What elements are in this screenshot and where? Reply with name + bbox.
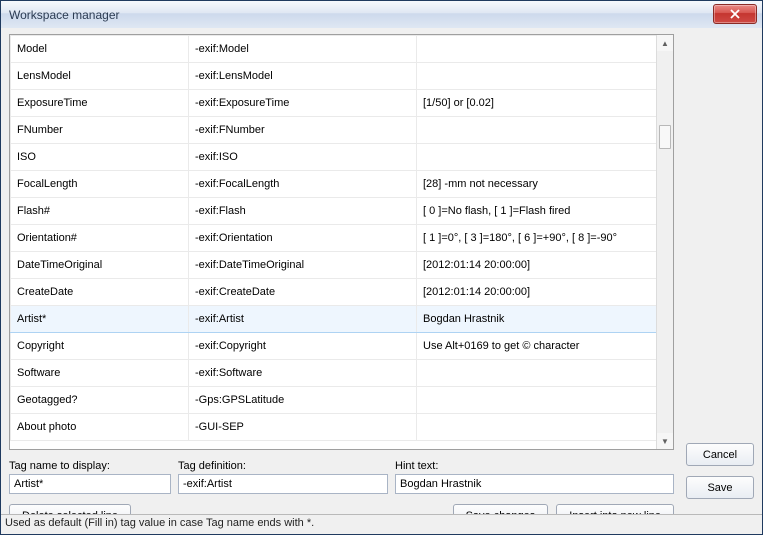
cell-def: -exif:FNumber xyxy=(189,117,417,144)
cell-name: Model xyxy=(11,36,189,63)
tag-table-viewport[interactable]: Model-exif:ModelLensModel-exif:LensModel… xyxy=(10,35,657,449)
cell-def: -exif:ISO xyxy=(189,144,417,171)
tag-name-label: Tag name to display: xyxy=(9,460,171,472)
close-icon xyxy=(730,9,740,19)
cell-hint: [1/50] or [0.02] xyxy=(417,90,657,117)
cell-name: Copyright xyxy=(11,333,189,360)
cell-def: -exif:Flash xyxy=(189,198,417,225)
cell-name: Geotagged? xyxy=(11,387,189,414)
cell-name: DateTimeOriginal xyxy=(11,252,189,279)
table-row[interactable]: FocalLength-exif:FocalLength[28] -mm not… xyxy=(11,171,657,198)
cell-hint xyxy=(417,36,657,63)
scroll-thumb[interactable] xyxy=(659,125,671,149)
cell-def: -exif:Orientation xyxy=(189,225,417,252)
cancel-button[interactable]: Cancel xyxy=(686,443,754,466)
cell-def: -exif:LensModel xyxy=(189,63,417,90)
cell-hint: [28] -mm not necessary xyxy=(417,171,657,198)
cell-hint xyxy=(417,387,657,414)
cell-hint: [2012:01:14 20:00:00] xyxy=(417,279,657,306)
close-button[interactable] xyxy=(713,4,757,24)
table-row[interactable]: ExposureTime-exif:ExposureTime[1/50] or … xyxy=(11,90,657,117)
cell-hint: Bogdan Hrastnik xyxy=(417,306,657,333)
status-bar: Used as default (Fill in) tag value in c… xyxy=(1,514,762,534)
cell-def: -exif:Copyright xyxy=(189,333,417,360)
cell-hint xyxy=(417,144,657,171)
cell-hint xyxy=(417,414,657,441)
cell-name: CreateDate xyxy=(11,279,189,306)
cell-name: FocalLength xyxy=(11,171,189,198)
table-row[interactable]: Geotagged?-Gps:GPSLatitude xyxy=(11,387,657,414)
cell-hint xyxy=(417,360,657,387)
table-row[interactable]: ISO-exif:ISO xyxy=(11,144,657,171)
save-button[interactable]: Save xyxy=(686,476,754,499)
cell-hint: [ 1 ]=0°, [ 3 ]=180°, [ 6 ]=+90°, [ 8 ]=… xyxy=(417,225,657,252)
cell-def: -exif:Artist xyxy=(189,306,417,333)
window: Workspace manager Model-exif:ModelLensMo… xyxy=(0,0,763,535)
cell-name: Artist* xyxy=(11,306,189,333)
client-area: Model-exif:ModelLensModel-exif:LensModel… xyxy=(1,28,762,514)
cell-def: -exif:ExposureTime xyxy=(189,90,417,117)
cell-hint: Use Alt+0169 to get © character xyxy=(417,333,657,360)
cell-hint: [ 0 ]=No flash, [ 1 ]=Flash fired xyxy=(417,198,657,225)
table-row[interactable]: Software-exif:Software xyxy=(11,360,657,387)
titlebar: Workspace manager xyxy=(1,1,762,29)
window-title: Workspace manager xyxy=(1,8,120,22)
table-row[interactable]: Artist*-exif:ArtistBogdan Hrastnik xyxy=(11,306,657,333)
tag-table: Model-exif:ModelLensModel-exif:LensModel… xyxy=(9,34,674,450)
table-row[interactable]: Copyright-exif:CopyrightUse Alt+0169 to … xyxy=(11,333,657,360)
cell-hint xyxy=(417,63,657,90)
table-row[interactable]: About photo-GUI-SEP xyxy=(11,414,657,441)
table-row[interactable]: LensModel-exif:LensModel xyxy=(11,63,657,90)
table-row[interactable]: Flash#-exif:Flash[ 0 ]=No flash, [ 1 ]=F… xyxy=(11,198,657,225)
cell-name: ISO xyxy=(11,144,189,171)
cell-hint: [2012:01:14 20:00:00] xyxy=(417,252,657,279)
tag-definition-label: Tag definition: xyxy=(178,460,388,472)
status-text: Used as default (Fill in) tag value in c… xyxy=(5,517,314,529)
cell-def: -GUI-SEP xyxy=(189,414,417,441)
hint-text-label: Hint text: xyxy=(395,460,674,472)
table-row[interactable]: CreateDate-exif:CreateDate[2012:01:14 20… xyxy=(11,279,657,306)
cell-def: -exif:CreateDate xyxy=(189,279,417,306)
cell-name: Orientation# xyxy=(11,225,189,252)
cell-name: FNumber xyxy=(11,117,189,144)
cell-def: -exif:Model xyxy=(189,36,417,63)
tag-name-input[interactable] xyxy=(9,474,171,494)
cell-def: -exif:Software xyxy=(189,360,417,387)
table-row[interactable]: DateTimeOriginal-exif:DateTimeOriginal[2… xyxy=(11,252,657,279)
cell-name: LensModel xyxy=(11,63,189,90)
cell-def: -exif:DateTimeOriginal xyxy=(189,252,417,279)
cell-hint xyxy=(417,117,657,144)
vertical-scrollbar[interactable]: ▲ ▼ xyxy=(656,35,673,449)
scroll-up-arrow[interactable]: ▲ xyxy=(657,35,673,51)
table-row[interactable]: FNumber-exif:FNumber xyxy=(11,117,657,144)
cell-name: Flash# xyxy=(11,198,189,225)
table-row[interactable]: Orientation#-exif:Orientation[ 1 ]=0°, [… xyxy=(11,225,657,252)
scroll-down-arrow[interactable]: ▼ xyxy=(657,433,673,449)
cell-def: -exif:FocalLength xyxy=(189,171,417,198)
tag-definition-input[interactable] xyxy=(178,474,388,494)
table-row[interactable]: Model-exif:Model xyxy=(11,36,657,63)
cell-name: About photo xyxy=(11,414,189,441)
cell-name: Software xyxy=(11,360,189,387)
dialog-buttons: Cancel Save xyxy=(686,443,754,499)
cell-def: -Gps:GPSLatitude xyxy=(189,387,417,414)
hint-text-input[interactable] xyxy=(395,474,674,494)
cell-name: ExposureTime xyxy=(11,90,189,117)
